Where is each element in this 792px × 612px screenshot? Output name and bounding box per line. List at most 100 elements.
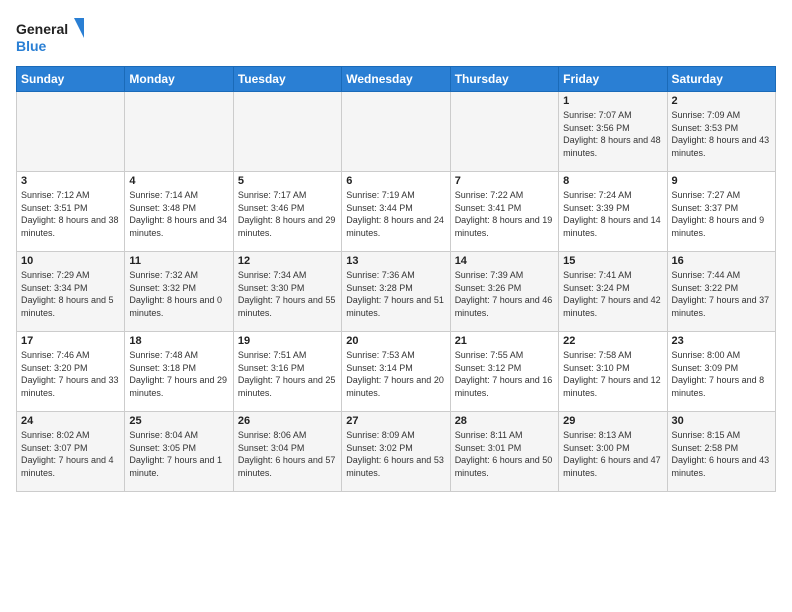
day-info: Sunrise: 7:17 AM Sunset: 3:46 PM Dayligh… bbox=[238, 189, 337, 239]
generalblue-logo-icon: General Blue bbox=[16, 16, 86, 56]
calendar-cell: 8 Sunrise: 7:24 AM Sunset: 3:39 PM Daylig… bbox=[559, 172, 667, 252]
day-info: Sunrise: 7:55 AM Sunset: 3:12 PM Dayligh… bbox=[455, 349, 554, 399]
day-number: 12 bbox=[238, 255, 337, 267]
calendar-cell: 11 Sunrise: 7:32 AM Sunset: 3:32 PM Dayli… bbox=[125, 252, 233, 332]
weekday-header-saturday: Saturday bbox=[667, 67, 775, 92]
calendar-cell bbox=[125, 92, 233, 172]
day-info: Sunrise: 8:02 AM Sunset: 3:07 PM Dayligh… bbox=[21, 429, 120, 479]
calendar-week-row: 1 Sunrise: 7:07 AM Sunset: 3:56 PM Daylig… bbox=[17, 92, 776, 172]
day-number: 11 bbox=[129, 255, 228, 267]
day-info: Sunrise: 7:14 AM Sunset: 3:48 PM Dayligh… bbox=[129, 189, 228, 239]
day-number: 29 bbox=[563, 415, 662, 427]
day-number: 7 bbox=[455, 175, 554, 187]
calendar-cell: 25 Sunrise: 8:04 AM Sunset: 3:05 PM Dayli… bbox=[125, 412, 233, 492]
calendar-cell: 9Sunrise: 7:27 AM Sunset: 3:37 PM Daylig… bbox=[667, 172, 775, 252]
day-number: 5 bbox=[238, 175, 337, 187]
calendar-cell: 12 Sunrise: 7:34 AM Sunset: 3:30 PM Dayli… bbox=[233, 252, 341, 332]
calendar-cell: 17Sunrise: 7:46 AM Sunset: 3:20 PM Dayli… bbox=[17, 332, 125, 412]
calendar-cell: 3 Sunrise: 7:12 AM Sunset: 3:51 PM Daylig… bbox=[17, 172, 125, 252]
day-info: Sunrise: 8:06 AM Sunset: 3:04 PM Dayligh… bbox=[238, 429, 337, 479]
day-number: 28 bbox=[455, 415, 554, 427]
calendar-cell: 19 Sunrise: 7:51 AM Sunset: 3:16 PM Dayli… bbox=[233, 332, 341, 412]
day-info: Sunrise: 7:19 AM Sunset: 3:44 PM Dayligh… bbox=[346, 189, 445, 239]
day-number: 6 bbox=[346, 175, 445, 187]
calendar-cell: 30Sunrise: 8:15 AM Sunset: 2:58 PM Dayli… bbox=[667, 412, 775, 492]
calendar-cell: 29 Sunrise: 8:13 AM Sunset: 3:00 PM Dayli… bbox=[559, 412, 667, 492]
day-number: 15 bbox=[563, 255, 662, 267]
day-info: Sunrise: 7:53 AM Sunset: 3:14 PM Dayligh… bbox=[346, 349, 445, 399]
calendar-cell bbox=[233, 92, 341, 172]
day-info: Sunrise: 8:00 AM Sunset: 3:09 PM Dayligh… bbox=[672, 349, 771, 399]
weekday-header-wednesday: Wednesday bbox=[342, 67, 450, 92]
day-info: Sunrise: 7:34 AM Sunset: 3:30 PM Dayligh… bbox=[238, 269, 337, 319]
weekday-header-row: SundayMondayTuesdayWednesdayThursdayFrid… bbox=[17, 67, 776, 92]
calendar-week-row: 24 Sunrise: 8:02 AM Sunset: 3:07 PM Dayli… bbox=[17, 412, 776, 492]
day-info: Sunrise: 8:15 AM Sunset: 2:58 PM Dayligh… bbox=[672, 429, 771, 479]
day-number: 14 bbox=[455, 255, 554, 267]
day-info: Sunrise: 7:44 AM Sunset: 3:22 PM Dayligh… bbox=[672, 269, 771, 319]
calendar-cell: 26 Sunrise: 8:06 AM Sunset: 3:04 PM Dayli… bbox=[233, 412, 341, 492]
weekday-header-monday: Monday bbox=[125, 67, 233, 92]
day-number: 18 bbox=[129, 335, 228, 347]
day-number: 19 bbox=[238, 335, 337, 347]
day-info: Sunrise: 8:13 AM Sunset: 3:00 PM Dayligh… bbox=[563, 429, 662, 479]
svg-text:General: General bbox=[16, 21, 68, 37]
calendar-cell: 21 Sunrise: 7:55 AM Sunset: 3:12 PM Dayli… bbox=[450, 332, 558, 412]
calendar-cell bbox=[17, 92, 125, 172]
day-info: Sunrise: 7:09 AM Sunset: 3:53 PM Dayligh… bbox=[672, 109, 771, 159]
day-number: 27 bbox=[346, 415, 445, 427]
day-info: Sunrise: 7:58 AM Sunset: 3:10 PM Dayligh… bbox=[563, 349, 662, 399]
day-info: Sunrise: 7:12 AM Sunset: 3:51 PM Dayligh… bbox=[21, 189, 120, 239]
day-number: 1 bbox=[563, 95, 662, 107]
weekday-header-tuesday: Tuesday bbox=[233, 67, 341, 92]
day-info: Sunrise: 7:07 AM Sunset: 3:56 PM Dayligh… bbox=[563, 109, 662, 159]
day-info: Sunrise: 7:32 AM Sunset: 3:32 PM Dayligh… bbox=[129, 269, 228, 319]
day-info: Sunrise: 8:09 AM Sunset: 3:02 PM Dayligh… bbox=[346, 429, 445, 479]
day-number: 8 bbox=[563, 175, 662, 187]
day-number: 9 bbox=[672, 175, 771, 187]
calendar-cell: 1 Sunrise: 7:07 AM Sunset: 3:56 PM Daylig… bbox=[559, 92, 667, 172]
page: General Blue SundayMondayTuesdayWednesda… bbox=[0, 0, 792, 612]
calendar-cell: 4 Sunrise: 7:14 AM Sunset: 3:48 PM Daylig… bbox=[125, 172, 233, 252]
day-info: Sunrise: 7:48 AM Sunset: 3:18 PM Dayligh… bbox=[129, 349, 228, 399]
calendar-cell: 7 Sunrise: 7:22 AM Sunset: 3:41 PM Daylig… bbox=[450, 172, 558, 252]
day-info: Sunrise: 7:51 AM Sunset: 3:16 PM Dayligh… bbox=[238, 349, 337, 399]
day-number: 4 bbox=[129, 175, 228, 187]
calendar-cell: 6 Sunrise: 7:19 AM Sunset: 3:44 PM Daylig… bbox=[342, 172, 450, 252]
day-number: 20 bbox=[346, 335, 445, 347]
calendar-week-row: 17Sunrise: 7:46 AM Sunset: 3:20 PM Dayli… bbox=[17, 332, 776, 412]
day-number: 17 bbox=[21, 335, 120, 347]
logo: General Blue bbox=[16, 16, 86, 56]
day-number: 25 bbox=[129, 415, 228, 427]
day-info: Sunrise: 7:24 AM Sunset: 3:39 PM Dayligh… bbox=[563, 189, 662, 239]
svg-text:Blue: Blue bbox=[16, 38, 47, 54]
day-info: Sunrise: 8:04 AM Sunset: 3:05 PM Dayligh… bbox=[129, 429, 228, 479]
calendar-cell: 5 Sunrise: 7:17 AM Sunset: 3:46 PM Daylig… bbox=[233, 172, 341, 252]
day-info: Sunrise: 7:39 AM Sunset: 3:26 PM Dayligh… bbox=[455, 269, 554, 319]
calendar-week-row: 3 Sunrise: 7:12 AM Sunset: 3:51 PM Daylig… bbox=[17, 172, 776, 252]
day-number: 16 bbox=[672, 255, 771, 267]
calendar-cell: 18 Sunrise: 7:48 AM Sunset: 3:18 PM Dayli… bbox=[125, 332, 233, 412]
day-number: 26 bbox=[238, 415, 337, 427]
calendar-cell bbox=[342, 92, 450, 172]
day-info: Sunrise: 7:22 AM Sunset: 3:41 PM Dayligh… bbox=[455, 189, 554, 239]
day-number: 21 bbox=[455, 335, 554, 347]
header: General Blue bbox=[16, 16, 776, 56]
calendar-cell: 20 Sunrise: 7:53 AM Sunset: 3:14 PM Dayli… bbox=[342, 332, 450, 412]
calendar-cell bbox=[450, 92, 558, 172]
calendar-cell: 23 Sunrise: 8:00 AM Sunset: 3:09 PM Dayli… bbox=[667, 332, 775, 412]
calendar-week-row: 10Sunrise: 7:29 AM Sunset: 3:34 PM Dayli… bbox=[17, 252, 776, 332]
calendar-cell: 16 Sunrise: 7:44 AM Sunset: 3:22 PM Dayli… bbox=[667, 252, 775, 332]
day-number: 24 bbox=[21, 415, 120, 427]
day-info: Sunrise: 7:36 AM Sunset: 3:28 PM Dayligh… bbox=[346, 269, 445, 319]
calendar-cell: 22Sunrise: 7:58 AM Sunset: 3:10 PM Dayli… bbox=[559, 332, 667, 412]
day-number: 23 bbox=[672, 335, 771, 347]
day-info: Sunrise: 7:41 AM Sunset: 3:24 PM Dayligh… bbox=[563, 269, 662, 319]
calendar-cell: 24 Sunrise: 8:02 AM Sunset: 3:07 PM Dayli… bbox=[17, 412, 125, 492]
calendar-cell: 27 Sunrise: 8:09 AM Sunset: 3:02 PM Dayli… bbox=[342, 412, 450, 492]
calendar-cell: 13Sunrise: 7:36 AM Sunset: 3:28 PM Dayli… bbox=[342, 252, 450, 332]
calendar-table: SundayMondayTuesdayWednesdayThursdayFrid… bbox=[16, 66, 776, 492]
calendar-cell: 2Sunrise: 7:09 AM Sunset: 3:53 PM Daylig… bbox=[667, 92, 775, 172]
day-number: 3 bbox=[21, 175, 120, 187]
calendar-cell: 14 Sunrise: 7:39 AM Sunset: 3:26 PM Dayli… bbox=[450, 252, 558, 332]
